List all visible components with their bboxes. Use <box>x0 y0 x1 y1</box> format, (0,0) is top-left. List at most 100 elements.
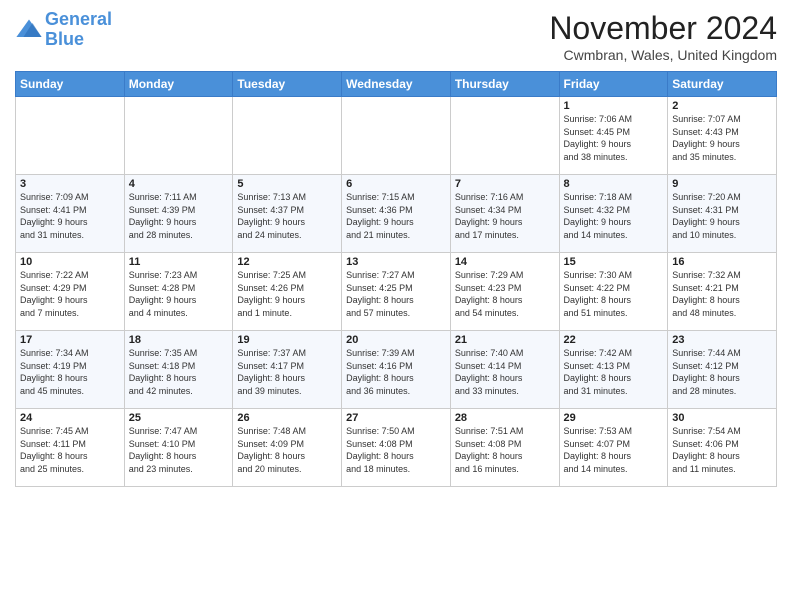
day-number: 19 <box>237 334 337 346</box>
calendar-cell: 19Sunrise: 7:37 AMSunset: 4:17 PMDayligh… <box>233 331 342 409</box>
calendar-cell <box>450 97 559 175</box>
day-number: 11 <box>129 256 229 268</box>
day-number: 14 <box>455 256 555 268</box>
day-info: Sunrise: 7:47 AMSunset: 4:10 PMDaylight:… <box>129 425 229 475</box>
calendar-cell: 7Sunrise: 7:16 AMSunset: 4:34 PMDaylight… <box>450 175 559 253</box>
day-info: Sunrise: 7:53 AMSunset: 4:07 PMDaylight:… <box>564 425 664 475</box>
calendar-cell: 3Sunrise: 7:09 AMSunset: 4:41 PMDaylight… <box>16 175 125 253</box>
day-info: Sunrise: 7:54 AMSunset: 4:06 PMDaylight:… <box>672 425 772 475</box>
day-number: 23 <box>672 334 772 346</box>
calendar-cell: 13Sunrise: 7:27 AMSunset: 4:25 PMDayligh… <box>342 253 451 331</box>
calendar-cell: 24Sunrise: 7:45 AMSunset: 4:11 PMDayligh… <box>16 409 125 487</box>
day-info: Sunrise: 7:13 AMSunset: 4:37 PMDaylight:… <box>237 191 337 241</box>
day-info: Sunrise: 7:20 AMSunset: 4:31 PMDaylight:… <box>672 191 772 241</box>
day-info: Sunrise: 7:22 AMSunset: 4:29 PMDaylight:… <box>20 269 120 319</box>
calendar-cell: 26Sunrise: 7:48 AMSunset: 4:09 PMDayligh… <box>233 409 342 487</box>
calendar-header-monday: Monday <box>124 72 233 97</box>
calendar-cell: 2Sunrise: 7:07 AMSunset: 4:43 PMDaylight… <box>668 97 777 175</box>
day-number: 20 <box>346 334 446 346</box>
calendar-cell: 16Sunrise: 7:32 AMSunset: 4:21 PMDayligh… <box>668 253 777 331</box>
calendar-cell <box>342 97 451 175</box>
calendar-week-5: 24Sunrise: 7:45 AMSunset: 4:11 PMDayligh… <box>16 409 777 487</box>
header: General Blue November 2024 Cwmbran, Wale… <box>15 10 777 63</box>
day-info: Sunrise: 7:50 AMSunset: 4:08 PMDaylight:… <box>346 425 446 475</box>
day-number: 7 <box>455 178 555 190</box>
calendar-cell: 11Sunrise: 7:23 AMSunset: 4:28 PMDayligh… <box>124 253 233 331</box>
day-number: 30 <box>672 412 772 424</box>
calendar-cell: 22Sunrise: 7:42 AMSunset: 4:13 PMDayligh… <box>559 331 668 409</box>
day-info: Sunrise: 7:29 AMSunset: 4:23 PMDaylight:… <box>455 269 555 319</box>
day-number: 2 <box>672 100 772 112</box>
day-info: Sunrise: 7:34 AMSunset: 4:19 PMDaylight:… <box>20 347 120 397</box>
day-number: 25 <box>129 412 229 424</box>
day-info: Sunrise: 7:16 AMSunset: 4:34 PMDaylight:… <box>455 191 555 241</box>
day-info: Sunrise: 7:40 AMSunset: 4:14 PMDaylight:… <box>455 347 555 397</box>
day-info: Sunrise: 7:37 AMSunset: 4:17 PMDaylight:… <box>237 347 337 397</box>
calendar-cell: 29Sunrise: 7:53 AMSunset: 4:07 PMDayligh… <box>559 409 668 487</box>
calendar-cell <box>124 97 233 175</box>
day-number: 10 <box>20 256 120 268</box>
logo-line2: Blue <box>45 29 84 49</box>
calendar-cell: 14Sunrise: 7:29 AMSunset: 4:23 PMDayligh… <box>450 253 559 331</box>
calendar-cell: 25Sunrise: 7:47 AMSunset: 4:10 PMDayligh… <box>124 409 233 487</box>
calendar-cell: 4Sunrise: 7:11 AMSunset: 4:39 PMDaylight… <box>124 175 233 253</box>
calendar-week-4: 17Sunrise: 7:34 AMSunset: 4:19 PMDayligh… <box>16 331 777 409</box>
calendar-cell: 6Sunrise: 7:15 AMSunset: 4:36 PMDaylight… <box>342 175 451 253</box>
day-number: 24 <box>20 412 120 424</box>
day-number: 9 <box>672 178 772 190</box>
day-info: Sunrise: 7:30 AMSunset: 4:22 PMDaylight:… <box>564 269 664 319</box>
day-info: Sunrise: 7:25 AMSunset: 4:26 PMDaylight:… <box>237 269 337 319</box>
day-info: Sunrise: 7:09 AMSunset: 4:41 PMDaylight:… <box>20 191 120 241</box>
calendar-header-wednesday: Wednesday <box>342 72 451 97</box>
logo-line1: General <box>45 9 112 29</box>
calendar-cell: 27Sunrise: 7:50 AMSunset: 4:08 PMDayligh… <box>342 409 451 487</box>
calendar-cell: 18Sunrise: 7:35 AMSunset: 4:18 PMDayligh… <box>124 331 233 409</box>
calendar-cell <box>233 97 342 175</box>
day-number: 22 <box>564 334 664 346</box>
calendar-cell: 23Sunrise: 7:44 AMSunset: 4:12 PMDayligh… <box>668 331 777 409</box>
day-number: 15 <box>564 256 664 268</box>
logo-icon <box>15 16 43 44</box>
day-number: 28 <box>455 412 555 424</box>
calendar-cell: 8Sunrise: 7:18 AMSunset: 4:32 PMDaylight… <box>559 175 668 253</box>
day-number: 17 <box>20 334 120 346</box>
calendar-cell: 17Sunrise: 7:34 AMSunset: 4:19 PMDayligh… <box>16 331 125 409</box>
day-number: 16 <box>672 256 772 268</box>
calendar-header-thursday: Thursday <box>450 72 559 97</box>
day-info: Sunrise: 7:15 AMSunset: 4:36 PMDaylight:… <box>346 191 446 241</box>
calendar-header-friday: Friday <box>559 72 668 97</box>
day-info: Sunrise: 7:48 AMSunset: 4:09 PMDaylight:… <box>237 425 337 475</box>
calendar-header-sunday: Sunday <box>16 72 125 97</box>
logo: General Blue <box>15 10 112 50</box>
day-number: 18 <box>129 334 229 346</box>
calendar-cell: 9Sunrise: 7:20 AMSunset: 4:31 PMDaylight… <box>668 175 777 253</box>
calendar-table: SundayMondayTuesdayWednesdayThursdayFrid… <box>15 71 777 487</box>
calendar-header-row: SundayMondayTuesdayWednesdayThursdayFrid… <box>16 72 777 97</box>
calendar-week-1: 1Sunrise: 7:06 AMSunset: 4:45 PMDaylight… <box>16 97 777 175</box>
day-number: 4 <box>129 178 229 190</box>
day-info: Sunrise: 7:07 AMSunset: 4:43 PMDaylight:… <box>672 113 772 163</box>
day-info: Sunrise: 7:23 AMSunset: 4:28 PMDaylight:… <box>129 269 229 319</box>
calendar-cell: 28Sunrise: 7:51 AMSunset: 4:08 PMDayligh… <box>450 409 559 487</box>
day-number: 26 <box>237 412 337 424</box>
day-number: 1 <box>564 100 664 112</box>
calendar-cell: 12Sunrise: 7:25 AMSunset: 4:26 PMDayligh… <box>233 253 342 331</box>
day-number: 12 <box>237 256 337 268</box>
day-info: Sunrise: 7:11 AMSunset: 4:39 PMDaylight:… <box>129 191 229 241</box>
day-number: 6 <box>346 178 446 190</box>
day-number: 13 <box>346 256 446 268</box>
day-info: Sunrise: 7:18 AMSunset: 4:32 PMDaylight:… <box>564 191 664 241</box>
calendar-cell: 10Sunrise: 7:22 AMSunset: 4:29 PMDayligh… <box>16 253 125 331</box>
day-info: Sunrise: 7:44 AMSunset: 4:12 PMDaylight:… <box>672 347 772 397</box>
day-info: Sunrise: 7:35 AMSunset: 4:18 PMDaylight:… <box>129 347 229 397</box>
title-section: November 2024 Cwmbran, Wales, United Kin… <box>549 10 777 63</box>
day-info: Sunrise: 7:39 AMSunset: 4:16 PMDaylight:… <box>346 347 446 397</box>
calendar-cell: 5Sunrise: 7:13 AMSunset: 4:37 PMDaylight… <box>233 175 342 253</box>
calendar-cell: 15Sunrise: 7:30 AMSunset: 4:22 PMDayligh… <box>559 253 668 331</box>
calendar-cell: 20Sunrise: 7:39 AMSunset: 4:16 PMDayligh… <box>342 331 451 409</box>
day-info: Sunrise: 7:27 AMSunset: 4:25 PMDaylight:… <box>346 269 446 319</box>
calendar-header-tuesday: Tuesday <box>233 72 342 97</box>
day-number: 5 <box>237 178 337 190</box>
page: General Blue November 2024 Cwmbran, Wale… <box>0 0 792 612</box>
day-number: 29 <box>564 412 664 424</box>
